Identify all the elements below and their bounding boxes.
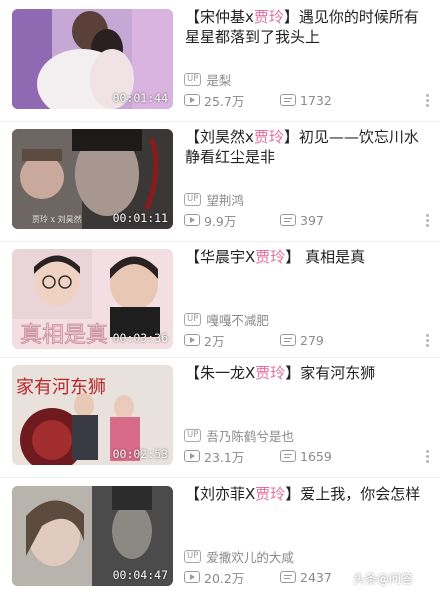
divider [0, 121, 440, 122]
divider [0, 241, 440, 242]
more-options-icon[interactable] [426, 450, 430, 464]
danmaku-icon [280, 450, 296, 462]
view-count: 20.2万 [204, 570, 245, 586]
watermark-text: 头条@问答 [353, 571, 414, 586]
video-stats: 20.2万 2437 [184, 569, 332, 586]
uploader-name: 嘎嘎不减肥 [206, 312, 269, 328]
list-item[interactable]: 家有河东狮 00:02:53 【朱一龙X贾玲】家有河东狮 UP 吾乃陈鹤兮是也 … [0, 363, 440, 483]
video-duration: 00:04:47 [112, 568, 168, 582]
danmaku-count: 1659 [300, 448, 332, 464]
video-stats: 25.7万 1732 [184, 92, 332, 109]
uploader-name: 望荆鸿 [206, 192, 244, 208]
danmaku-count: 2437 [300, 569, 332, 585]
danmaku-count: 1732 [300, 92, 332, 108]
video-stats: 2万 279 [184, 332, 324, 349]
up-badge: UP [184, 72, 202, 86]
uploader[interactable]: UP 是梨 [184, 71, 232, 88]
danmaku-icon [280, 94, 296, 106]
video-title[interactable]: 【刘昊然x贾玲】初见——饮忘川水 静看红尘是非 [185, 127, 430, 167]
video-thumbnail[interactable]: 真相是真 00:03:36 [12, 249, 173, 349]
play-count-icon [184, 334, 200, 346]
play-count-icon [184, 450, 200, 462]
video-duration: 00:03:36 [112, 331, 168, 345]
play-count-icon [184, 94, 200, 106]
thumbnail-caption: 贾玲 x 刘昊然 [32, 214, 82, 224]
more-options-icon[interactable] [426, 94, 430, 108]
uploader[interactable]: UP 爱撒欢儿的大咸 [184, 548, 294, 565]
play-count-icon [184, 571, 200, 583]
divider [0, 357, 440, 358]
more-options-icon[interactable] [426, 214, 430, 228]
uploader[interactable]: UP 嘎嘎不减肥 [184, 311, 269, 328]
divider [0, 477, 440, 478]
uploader[interactable]: UP 望荆鸿 [184, 191, 244, 208]
up-badge: UP [184, 312, 202, 326]
view-count: 2万 [204, 333, 225, 349]
up-badge: UP [184, 192, 202, 206]
play-count-icon [184, 214, 200, 226]
toutiao-logo-icon [336, 571, 350, 585]
uploader-name: 爱撒欢儿的大咸 [206, 549, 294, 565]
watermark: 头条@问答 [336, 568, 413, 588]
list-item[interactable]: 贾玲 x 刘昊然 00:01:11 【刘昊然x贾玲】初见——饮忘川水 静看红尘是… [0, 127, 440, 247]
uploader[interactable]: UP 吾乃陈鹤兮是也 [184, 427, 294, 444]
video-thumbnail[interactable]: 00:04:47 [12, 486, 173, 586]
view-count: 23.1万 [204, 449, 245, 465]
uploader-name: 是梨 [206, 72, 232, 88]
up-badge: UP [184, 549, 202, 563]
list-item[interactable]: 真相是真 00:03:36 【华晨宇X贾玲】 真相是真 UP 嘎嘎不减肥 2万 … [0, 247, 440, 367]
uploader-name: 吾乃陈鹤兮是也 [206, 428, 294, 444]
video-title[interactable]: 【朱一龙X贾玲】家有河东狮 [185, 363, 430, 383]
up-badge: UP [184, 428, 202, 442]
video-thumbnail[interactable]: 家有河东狮 00:02:53 [12, 365, 173, 465]
thumbnail-caption: 家有河东狮 [16, 377, 106, 398]
video-thumbnail[interactable]: 贾玲 x 刘昊然 00:01:11 [12, 129, 173, 229]
view-count: 9.9万 [204, 213, 237, 229]
more-options-icon[interactable] [426, 334, 430, 348]
video-duration: 00:02:53 [112, 447, 168, 461]
video-title[interactable]: 【刘亦菲X贾玲】爱上我，你会怎样 [185, 484, 430, 504]
view-count: 25.7万 [204, 93, 245, 109]
thumbnail-caption: 真相是真 [20, 323, 108, 348]
danmaku-count: 279 [300, 332, 324, 348]
video-stats: 23.1万 1659 [184, 448, 332, 465]
video-duration: 00:01:11 [112, 211, 168, 225]
video-title[interactable]: 【宋仲基x贾玲】遇见你的时候所有星星都落到了我头上 [185, 7, 430, 47]
danmaku-icon [280, 214, 296, 226]
list-item[interactable]: 00:01:44 【宋仲基x贾玲】遇见你的时候所有星星都落到了我头上 UP 是梨… [0, 7, 440, 127]
video-thumbnail[interactable]: 00:01:44 [12, 9, 173, 109]
video-title[interactable]: 【华晨宇X贾玲】 真相是真 [185, 247, 430, 267]
video-stats: 9.9万 397 [184, 212, 324, 229]
danmaku-count: 397 [300, 212, 324, 228]
video-duration: 00:01:44 [112, 91, 168, 105]
danmaku-icon [280, 334, 296, 346]
danmaku-icon [280, 571, 296, 583]
